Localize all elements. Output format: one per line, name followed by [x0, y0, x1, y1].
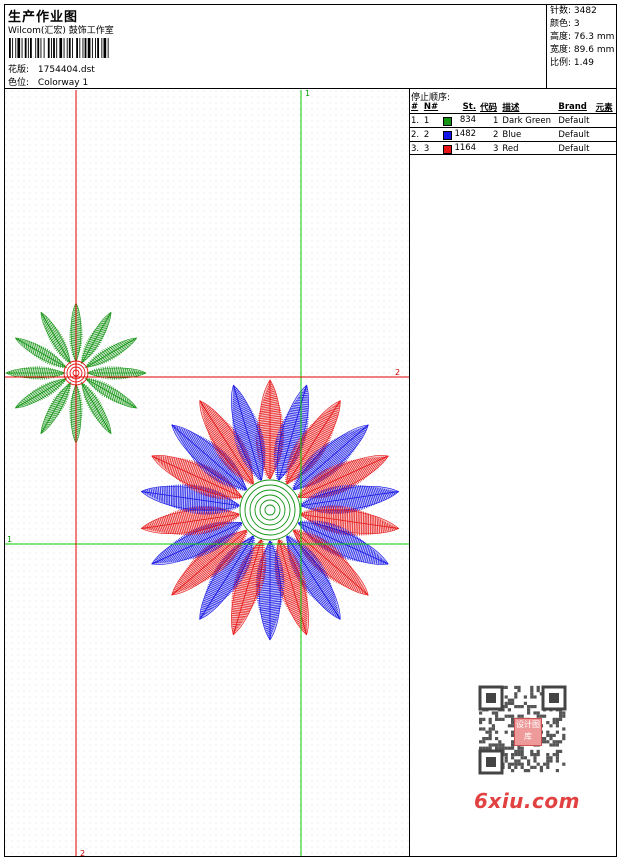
stop-needle: 3 [421, 141, 442, 155]
height-row: 高度: 76.3 mm [550, 31, 614, 44]
design-file-value: 1754404.dst [37, 65, 95, 75]
stop-brand: Default [556, 141, 594, 155]
col-element: 元素 [595, 103, 613, 113]
stop-element [593, 127, 616, 142]
height-value: 76.3 mm [573, 32, 615, 42]
height-label: 高度: [550, 32, 572, 42]
stitch-value: 1482 [454, 129, 477, 139]
col-needle: N# [423, 102, 439, 112]
stop-index: 1. [409, 113, 422, 128]
stop-code: 1 [478, 113, 501, 128]
col-code: 代码 [480, 103, 498, 113]
stats-panel: 针数: 3482 颜色: 3 高度: 76.3 mm 宽度: 89.6 mm 比… [550, 5, 614, 70]
width-row: 宽度: 89.6 mm [550, 44, 614, 57]
watermark-seal: 设计图库 [514, 718, 542, 746]
stop-table-header: # N# St. 代码 描述 Brand 元素 [409, 101, 616, 114]
col-stitches: St. [462, 102, 477, 112]
stop-brand: Default [556, 127, 594, 142]
stitch-count-value: 3482 [573, 6, 597, 16]
color-swatch [443, 117, 453, 126]
stop-stitches: 1164 [441, 141, 479, 155]
stop-description: Dark Green [500, 113, 557, 128]
col-description: 描述 [502, 103, 520, 113]
scale-row: 比例: 1.49 [550, 57, 614, 70]
stop-brand: Default [556, 113, 594, 128]
stop-description: Blue [500, 127, 557, 142]
color-count-label: 颜色: [550, 19, 572, 29]
stop-code: 3 [478, 141, 501, 155]
stop-description: Red [500, 141, 557, 155]
stop-index: 3. [409, 141, 422, 155]
col-index: # [411, 102, 419, 112]
red-horizontal-guide-label: 2 [395, 368, 400, 377]
stop-element [593, 141, 616, 155]
colorway-label: 色位: [8, 78, 30, 88]
company-name: Wilcom(汇宏) 鼓饰工作室 [8, 26, 114, 36]
stop-index: 2. [409, 127, 422, 142]
stop-row: 2. 2 1482 2 Blue Default [409, 127, 616, 142]
colorway-value: Colorway 1 [37, 78, 89, 88]
stitch-value: 1164 [454, 143, 477, 153]
stats-divider [546, 4, 547, 88]
stitch-count-label: 针数: [550, 6, 572, 16]
embroidery-design-canvas: 1 1 2 2 [5, 90, 409, 856]
stop-sequence-table: # N# St. 代码 描述 Brand 元素 1. 1 834 1 Dark Gree… [409, 101, 616, 155]
stop-needle: 1 [421, 113, 442, 128]
stop-code: 2 [478, 127, 501, 142]
stop-stitches: 1482 [441, 127, 479, 142]
width-value: 89.6 mm [573, 45, 615, 55]
colorway-row: 色位: Colorway 1 [8, 75, 88, 88]
barcode [9, 38, 109, 58]
stop-element [593, 113, 616, 128]
width-label: 宽度: [550, 45, 572, 55]
stop-stitches: 834 [441, 113, 479, 128]
design-panel-divider [409, 88, 410, 857]
color-count-row: 颜色: 3 [550, 18, 614, 31]
watermark-seal-text: 设计图库 [516, 720, 540, 741]
color-swatch [443, 145, 453, 154]
green-horizontal-guide-label: 1 [7, 535, 12, 544]
scale-value: 1.49 [573, 58, 594, 68]
stitch-count-row: 针数: 3482 [550, 5, 614, 18]
design-file-label: 花版: [8, 65, 30, 75]
watermark-site: 6xiu.com [474, 789, 580, 813]
color-count-value: 3 [573, 19, 580, 29]
stop-needle: 2 [421, 127, 442, 142]
stitch-value: 834 [459, 115, 477, 125]
green-vertical-guide-label: 1 [305, 90, 310, 98]
stop-row: 3. 3 1164 3 Red Default [409, 141, 616, 155]
col-brand: Brand [558, 102, 587, 112]
scale-label: 比例: [550, 58, 572, 68]
design-file-row: 花版: 1754404.dst [8, 62, 95, 75]
stop-row: 1. 1 834 1 Dark Green Default [409, 113, 616, 128]
center-fill [239, 479, 301, 541]
header-divider [4, 88, 617, 89]
color-swatch [443, 131, 453, 140]
red-vertical-guide-label: 2 [80, 849, 85, 856]
